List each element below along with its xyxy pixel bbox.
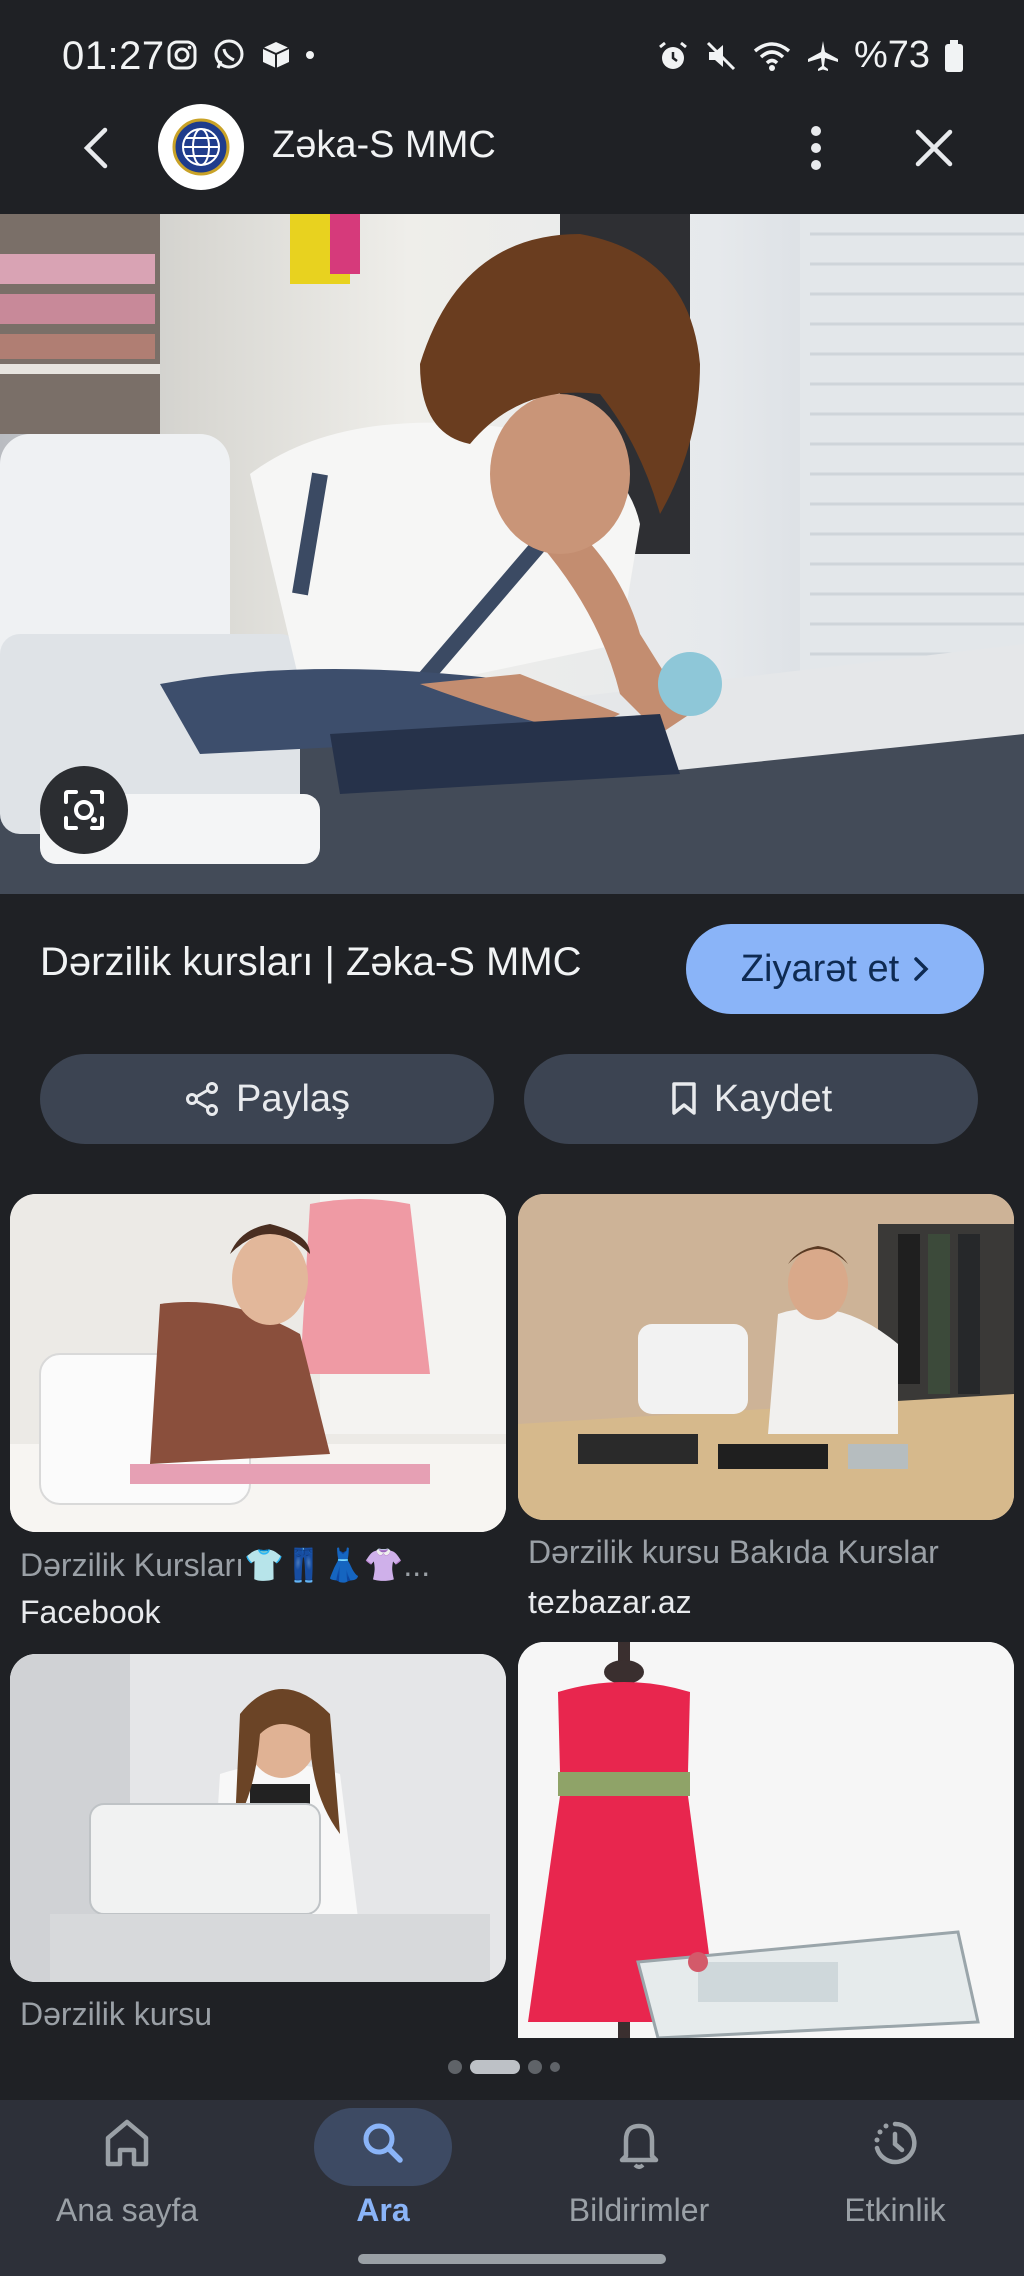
nav-notifications[interactable]: Bildirimler (539, 2104, 739, 2229)
globe-logo-icon (172, 118, 230, 176)
related-caption-3: Dərzilik kursu (20, 1996, 213, 2032)
status-time: 01:27 (62, 34, 165, 78)
close-icon (915, 129, 953, 167)
related-source-2: tezbazar.az (528, 1584, 692, 1620)
save-button[interactable]: Kaydet (524, 1054, 978, 1144)
visit-label: Ziyarət et (740, 947, 900, 990)
more-vert-icon (811, 126, 821, 170)
related-source-1: Facebook (20, 1594, 161, 1630)
sewing-woman-photo (0, 214, 1024, 894)
nav-activity[interactable]: Etkinlik (795, 2104, 995, 2229)
result-title: Dərzilik kursları | Zəka-S MMC (40, 940, 582, 984)
activity-icon (874, 2121, 917, 2165)
page-indicator (448, 2060, 560, 2074)
share-icon (185, 1082, 218, 1116)
nav-label-notifications: Bildirimler (568, 2192, 710, 2228)
wifi-icon (753, 41, 791, 71)
home-icon (105, 2119, 149, 2167)
box-icon (262, 42, 290, 68)
related-image-4[interactable] (518, 1642, 1014, 2038)
airplane-icon (807, 40, 838, 71)
mute-icon (706, 41, 735, 70)
battery-icon (945, 39, 963, 72)
save-label: Kaydet (713, 1077, 833, 1120)
sewing-machine-woman-photo (10, 1654, 506, 1982)
notification-icons (166, 38, 314, 72)
system-icons: %73 (656, 34, 964, 77)
visit-button[interactable]: Ziyarət et (686, 924, 984, 1014)
nav-search[interactable]: Ara (283, 2104, 483, 2229)
lens-icon (64, 790, 104, 830)
search-icon (363, 2123, 403, 2163)
battery-percent: %73 (853, 34, 930, 76)
related-image-2[interactable] (518, 1194, 1014, 1520)
related-image-1[interactable] (10, 1194, 506, 1532)
status-bar: 01:27 %73 (0, 0, 1024, 112)
back-arrow-icon (83, 127, 108, 169)
bell-icon (619, 2123, 659, 2169)
site-title: Zəka-S MMC (272, 124, 496, 166)
red-dress-illustration (518, 1642, 1014, 2038)
nav-label-search: Ara (356, 2192, 410, 2228)
tailor-workshop-photo (518, 1194, 1014, 1520)
chevron-right-icon (914, 957, 929, 981)
share-button[interactable]: Paylaş (40, 1054, 494, 1144)
page-dot (550, 2062, 560, 2072)
site-logo (158, 104, 244, 190)
share-label: Paylaş (235, 1077, 351, 1120)
nav-home[interactable]: Ana sayfa (27, 2104, 227, 2229)
page-dot (448, 2060, 462, 2074)
whatsapp-icon (214, 39, 244, 69)
main-image[interactable] (0, 214, 1024, 894)
google-lens-button[interactable] (40, 766, 128, 854)
bookmark-icon (672, 1082, 696, 1115)
gesture-bar[interactable] (358, 2254, 666, 2264)
page-dot-active (470, 2060, 520, 2074)
more-notifications-dot (306, 51, 314, 59)
sewing-student-photo (10, 1194, 506, 1532)
close-button[interactable] (904, 118, 964, 178)
back-button[interactable] (66, 118, 126, 178)
related-caption-2: Dərzilik kursu Bakıda Kurslar (528, 1534, 939, 1570)
page-dot (528, 2060, 542, 2074)
more-options-button[interactable] (796, 120, 836, 176)
related-caption-1: Dərzilik Kursları👕👖👗👚... (20, 1547, 431, 1583)
instagram-icon (167, 40, 197, 70)
nav-label-activity: Etkinlik (844, 2192, 946, 2228)
nav-label-home: Ana sayfa (55, 2192, 199, 2228)
related-image-3[interactable] (10, 1654, 506, 1982)
alarm-icon (659, 41, 687, 69)
